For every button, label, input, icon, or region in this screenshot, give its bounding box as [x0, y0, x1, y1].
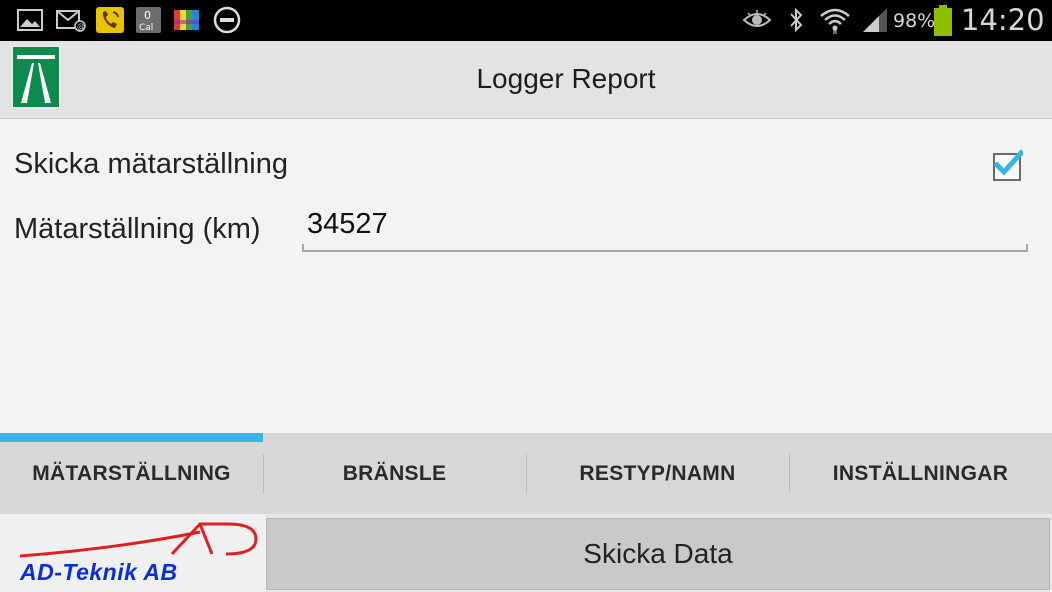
- main-content: Skicka mätarställning Mätarställning (km…: [0, 120, 1052, 433]
- status-bar: @ 0 Cal 98% 14:20: [0, 0, 1052, 41]
- tab-matarstallning[interactable]: MÄTARSTÄLLNING: [0, 433, 263, 514]
- company-logo: AD-Teknik AB: [0, 514, 266, 592]
- svg-text:0: 0: [144, 9, 151, 22]
- checkmark-icon: [993, 149, 1023, 176]
- tab-bar: MÄTARSTÄLLNING BRÄNSLE RESTYP/NAMN INSTÄ…: [0, 433, 1052, 514]
- page-title: Logger Report: [476, 63, 656, 94]
- signal-icon: [860, 7, 890, 33]
- send-data-button[interactable]: Skicka Data: [266, 518, 1050, 590]
- gallery-icon: [16, 7, 44, 33]
- battery-percent: 98%: [893, 10, 936, 32]
- send-reading-label: Skicka mätarställning: [14, 148, 288, 180]
- action-bar: Logger Report: [0, 41, 1052, 119]
- dnd-icon: [213, 6, 241, 34]
- footer: AD-Teknik AB Skicka Data: [0, 514, 1052, 592]
- reading-label: Mätarställning (km): [14, 213, 261, 245]
- svg-text:Cal: Cal: [139, 23, 153, 33]
- tab-bransle[interactable]: BRÄNSLE: [263, 433, 526, 514]
- bluetooth-icon: [785, 7, 807, 33]
- calendar-icon: 0 Cal: [135, 7, 162, 33]
- colorgrid-icon: [173, 7, 201, 33]
- company-name: AD-Teknik AB: [20, 559, 178, 585]
- battery-icon: [932, 4, 954, 37]
- wifi-icon: [819, 7, 851, 34]
- svg-text:@: @: [77, 22, 85, 31]
- tab-restyp-namn[interactable]: RESTYP/NAMN: [526, 433, 789, 514]
- phone-call-icon: [95, 7, 125, 33]
- eye-icon: [742, 7, 772, 33]
- tab-installningar[interactable]: INSTÄLLNINGAR: [789, 433, 1052, 514]
- send-reading-checkbox[interactable]: [993, 149, 1023, 181]
- clock: 14:20: [961, 3, 1045, 37]
- email-icon: @: [56, 7, 86, 33]
- reading-input[interactable]: 34527: [302, 202, 1028, 252]
